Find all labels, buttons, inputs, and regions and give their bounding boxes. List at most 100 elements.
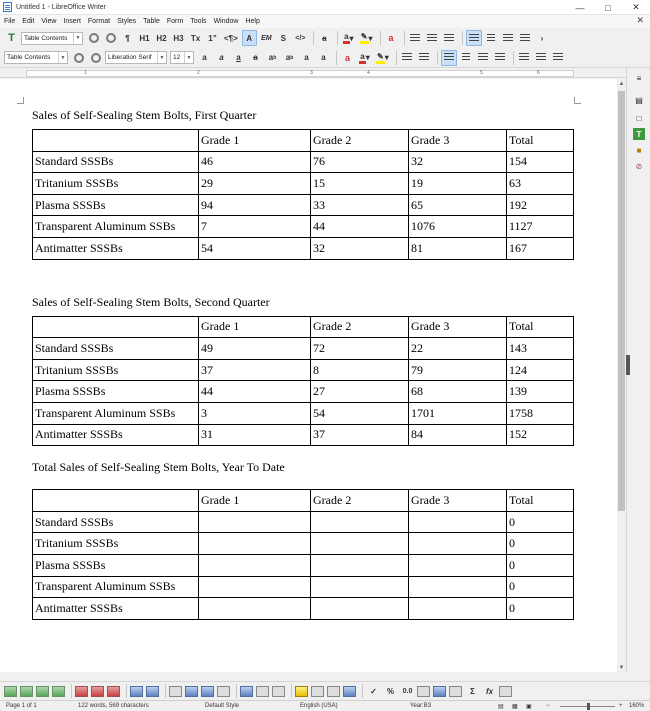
sales-table-q1[interactable]: Grade 1 Grade 2 Grade 3 Total Standard S… [32,129,574,260]
table-cell[interactable]: 7 [198,215,311,238]
table-cell[interactable]: Total [506,129,574,152]
table-cell[interactable] [198,575,311,599]
table-cell[interactable] [310,510,409,534]
gallery-icon[interactable]: ■ [633,144,645,156]
table-cell[interactable] [310,532,409,555]
table-cell[interactable]: Total [506,489,574,512]
menu-format[interactable]: Format [88,18,110,25]
table-cell[interactable] [408,575,507,599]
font-size-combo[interactable]: 12 ▼ [170,51,194,64]
highlight-color-icon[interactable]: ✎ ▾ [358,30,375,46]
preformatted-button[interactable]: <¶> [222,30,240,46]
new-style-icon[interactable] [103,30,118,46]
paragraph-style-combo-2[interactable]: Table Contents ▼ [4,51,68,64]
sidebar-menu-icon[interactable]: ≡ [633,72,645,84]
navigator-icon[interactable]: ⊘ [633,160,645,172]
number-format-icon[interactable]: ✓ [366,683,381,699]
document-canvas[interactable]: Sales of Self-Sealing Stem Bolts, First … [0,79,617,672]
line-spacing-icon[interactable] [517,50,532,66]
table-cell[interactable]: 94 [198,193,311,217]
percent-format-icon[interactable]: % [383,683,398,699]
table-cell[interactable] [198,597,311,620]
select-cell-icon[interactable] [146,685,159,697]
word-count[interactable]: 122 words, 569 characters [78,703,149,709]
properties-icon[interactable]: ▤ [633,94,645,106]
table-cell[interactable]: 54 [198,236,311,260]
justify-icon[interactable] [518,30,533,46]
table-cell[interactable] [32,315,199,339]
table-cell[interactable]: Grade 3 [408,315,507,339]
sort-icon[interactable] [449,685,462,697]
table-cell[interactable] [408,532,507,555]
table-cell[interactable]: 0 [506,510,574,534]
table-cell[interactable]: Transparent Aluminum SSBs [32,575,199,599]
table-cell[interactable]: Grade 3 [408,489,507,512]
underline-icon[interactable]: a [231,50,246,66]
table-cell[interactable]: Grade 2 [310,315,409,339]
zoom-slider-handle[interactable] [587,703,590,710]
menu-help[interactable]: Help [245,18,259,25]
align-top-icon[interactable] [240,685,253,697]
subscript-icon[interactable]: ab [282,50,297,66]
heading3-button[interactable]: H3 [171,30,186,46]
insert-caption-icon[interactable] [433,685,446,697]
table-dialog-icon[interactable] [499,685,512,697]
table-cell[interactable]: 81 [408,236,507,260]
update-style-icon[interactable] [86,30,101,46]
text-body-button[interactable]: Tx [188,30,203,46]
table-cell[interactable]: 0 [506,553,574,577]
table-cell[interactable]: 49 [198,337,311,360]
table-cell[interactable]: 46 [198,150,311,174]
scroll-down-icon[interactable]: ▼ [617,663,626,672]
table-cell[interactable]: Antimatter SSSBs [32,423,199,447]
select-table-icon[interactable] [130,685,143,697]
table-cell[interactable]: Antimatter SSSBs [32,236,199,260]
clear-formatting-icon[interactable]: a [340,50,355,66]
highlight-color-icon[interactable]: ✎ ▾ [374,50,391,66]
menu-file[interactable]: File [4,18,15,25]
book-view-icon[interactable]: ▣ [526,703,532,710]
table-cell[interactable]: 31 [198,423,311,447]
table-cell[interactable]: Tritanium SSSBs [32,358,199,382]
table-cell[interactable]: 27 [310,380,409,403]
border-color-icon[interactable] [343,685,356,697]
superscript-icon[interactable]: ab [265,50,280,66]
bold-icon[interactable]: a [197,50,212,66]
sidebar-collapse-handle[interactable] [626,355,630,375]
shadow-icon[interactable]: a [299,50,314,66]
split-table-icon[interactable] [201,685,214,697]
table-cell[interactable] [198,553,311,577]
borders-icon[interactable] [311,685,324,697]
table-cell[interactable]: Antimatter SSSBs [32,597,199,620]
table-cell[interactable]: 139 [506,380,574,403]
table-cell[interactable]: Grade 2 [310,129,409,152]
close-icon[interactable]: ✕ [622,0,650,15]
table-cell[interactable]: Standard SSSBs [32,510,199,534]
section-heading[interactable]: Sales of Self-Sealing Stem Bolts, Second… [32,294,573,310]
table-cell[interactable]: 3 [198,401,311,425]
table-cell[interactable] [310,575,409,599]
table-cell[interactable]: 0 [506,532,574,555]
table-cell[interactable]: 167 [506,236,574,260]
table-cell[interactable]: 1076 [408,215,507,238]
table-cell[interactable]: 76 [310,150,409,174]
formatting-marks-button[interactable]: ¶ [120,30,135,46]
strikethrough-icon[interactable]: a [248,50,263,66]
align-center-icon[interactable] [459,50,474,66]
table-cell[interactable]: 63 [506,172,574,195]
table-cell[interactable]: 0 [506,575,574,599]
heading1-button[interactable]: H1 [137,30,152,46]
decimal-format-icon[interactable]: 0.0 [400,683,415,699]
table-cell[interactable] [198,532,311,555]
align-bottom-icon[interactable] [272,685,285,697]
table-cell[interactable]: 33 [310,193,409,217]
page-count[interactable]: Page 1 of 1 [6,703,37,709]
sales-table-q2[interactable]: Grade 1 Grade 2 Grade 3 Total Standard S… [32,315,574,447]
zoom-level[interactable]: 160% [629,703,644,709]
table-cell[interactable]: 32 [408,150,507,174]
default-character-button[interactable]: A [241,30,257,46]
sum-icon[interactable]: Σ [465,683,480,699]
table-cell[interactable] [310,597,409,620]
new-style-icon[interactable] [88,50,103,66]
table-cell[interactable]: 1127 [506,215,574,238]
